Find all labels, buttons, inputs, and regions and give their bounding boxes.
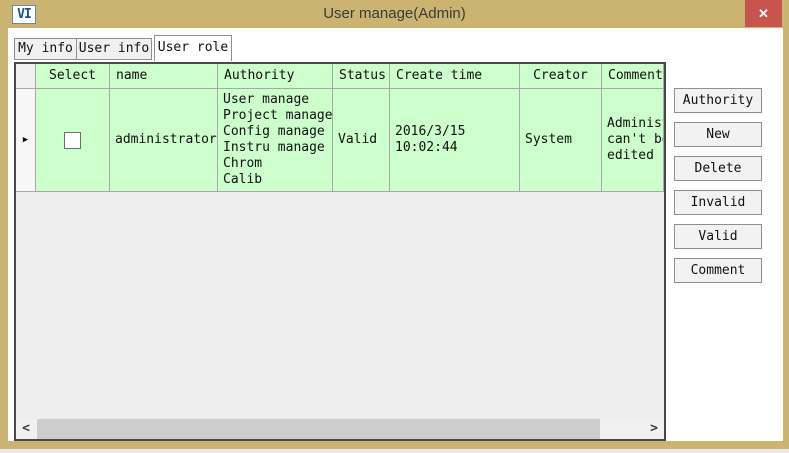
comment-button[interactable]: Comment (674, 258, 762, 283)
grid-header-row: Select name Authority Status Create time… (16, 64, 664, 89)
col-header-status[interactable]: Status (333, 64, 390, 89)
row-creator-cell: System (520, 89, 602, 192)
comment-line: Administ (602, 116, 663, 132)
user-role-grid: Select name Authority Status Create time… (14, 62, 666, 441)
scrollbar-thumb[interactable] (37, 419, 600, 439)
row-select-cell (36, 89, 110, 192)
invalid-button[interactable]: Invalid (674, 190, 762, 215)
create-time-line: 2016/3/15 (390, 124, 519, 140)
row-status-value: Valid (333, 132, 389, 148)
delete-button[interactable]: Delete (674, 156, 762, 181)
create-time-line: 10:02:44 (390, 140, 519, 156)
row-create-time-cell: 2016/3/15 10:02:44 (390, 89, 520, 192)
row-selector-arrow-icon: ▶ (23, 135, 28, 145)
col-header-authority[interactable]: Authority (218, 64, 333, 89)
grid-corner-cell (16, 64, 36, 89)
horizontal-scrollbar[interactable]: < > (16, 419, 664, 439)
authority-line: Project manage (218, 108, 332, 124)
authority-line: Config manage (218, 124, 332, 140)
authority-line: User manage (218, 92, 332, 108)
col-header-creator[interactable]: Creator (520, 64, 602, 89)
valid-button[interactable]: Valid (674, 224, 762, 249)
close-icon[interactable]: ✕ (745, 0, 782, 27)
authority-line: Chrom (218, 156, 332, 172)
row-name-value: administrator (110, 132, 217, 148)
window-title: User manage(Admin) (0, 0, 789, 28)
table-row[interactable]: ▶ administrator User manage Project mana… (16, 89, 664, 192)
row-authority-cell: User manage Project manage Config manage… (218, 89, 333, 192)
scroll-left-icon[interactable]: < (16, 419, 36, 439)
tab-user-role[interactable]: User role (154, 35, 232, 61)
row-comment-cell: Administ can't be edited (602, 89, 664, 192)
tab-user-info[interactable]: User info (76, 38, 152, 60)
row-status-cell: Valid (333, 89, 390, 192)
select-checkbox[interactable] (64, 132, 81, 149)
comment-line: can't be (602, 132, 663, 148)
tab-my-info[interactable]: My info (14, 38, 77, 60)
user-manage-window: VI User manage(Admin) ✕ My info User inf… (0, 0, 789, 453)
authority-button[interactable]: Authority (674, 88, 762, 113)
row-selector-cell[interactable]: ▶ (16, 89, 36, 192)
bottom-edge-strip (0, 449, 789, 453)
col-header-comment[interactable]: Comment (602, 64, 664, 89)
comment-line: edited (602, 148, 663, 164)
row-creator-value: System (520, 132, 601, 148)
new-button[interactable]: New (674, 122, 762, 147)
title-bar: VI User manage(Admin) ✕ (0, 0, 789, 28)
scroll-right-icon[interactable]: > (644, 419, 664, 439)
authority-line: Calib (218, 172, 332, 188)
col-header-select[interactable]: Select (36, 64, 110, 89)
row-name-cell: administrator (110, 89, 218, 192)
col-header-create-time[interactable]: Create time (390, 64, 520, 89)
authority-line: Instru manage (218, 140, 332, 156)
client-area: My info User info User role Select name … (8, 28, 783, 441)
col-header-name[interactable]: name (110, 64, 218, 89)
